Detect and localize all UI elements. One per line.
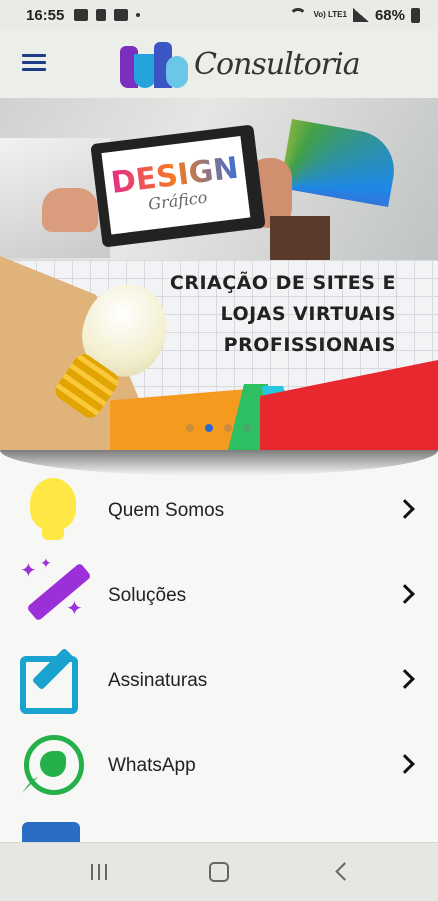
chevron-right-icon bbox=[395, 669, 415, 689]
carousel-dot[interactable] bbox=[205, 424, 213, 432]
carousel-dot[interactable] bbox=[243, 424, 251, 432]
facebook-icon bbox=[22, 822, 80, 844]
hero-banner-carousel[interactable]: DESIGN Gráfico CRIAÇÃO DE SITES E LOJAS … bbox=[0, 98, 438, 450]
sparkle-icon: ✦ bbox=[40, 555, 52, 571]
headline-line-2: LOJAS VIRTUAIS bbox=[220, 303, 396, 325]
recent-apps-button[interactable] bbox=[84, 859, 114, 885]
phone-icon bbox=[40, 751, 66, 777]
banner-hand-left bbox=[42, 188, 98, 232]
chevron-right-icon bbox=[395, 584, 415, 604]
status-time: 16:55 bbox=[26, 6, 65, 24]
drawing-tablet: DESIGN Gráfico bbox=[90, 124, 266, 248]
company-logo: Consultoria bbox=[120, 38, 361, 90]
banner-headline: CRIAÇÃO DE SITES E LOJAS VIRTUAIS PROFIS… bbox=[170, 268, 396, 361]
menu-item-facebook-partial[interactable] bbox=[0, 822, 438, 844]
app-header: Consultoria bbox=[0, 30, 438, 99]
chevron-right-icon bbox=[395, 499, 415, 519]
carousel-indicators bbox=[186, 424, 251, 432]
logo-mark bbox=[120, 40, 188, 88]
home-button[interactable] bbox=[204, 859, 234, 885]
message-icon bbox=[114, 9, 129, 21]
menu-item-quem-somos[interactable]: Quem Somos bbox=[0, 470, 438, 550]
lightbulb-icon-base bbox=[42, 528, 64, 540]
tablet-screen: DESIGN Gráfico bbox=[101, 136, 251, 235]
signal-icon bbox=[352, 8, 369, 22]
battery-icon bbox=[411, 7, 420, 23]
recent-apps-icon bbox=[91, 864, 93, 880]
wifi-icon bbox=[289, 8, 308, 22]
menu-item-label: Quem Somos bbox=[108, 500, 225, 521]
menu-item-solucoes[interactable]: ✦ ✦ ✦ Soluções bbox=[0, 555, 438, 635]
sparkle-icon: ✦ bbox=[20, 560, 37, 582]
menu-item-label: WhatsApp bbox=[108, 755, 196, 776]
menu-item-label: Assinaturas bbox=[108, 670, 208, 691]
lightbulb-icon bbox=[30, 478, 76, 530]
headline-line-1: CRIAÇÃO DE SITES E bbox=[169, 272, 396, 294]
download-icon bbox=[96, 9, 107, 21]
carousel-dot[interactable] bbox=[186, 424, 194, 432]
chevron-right-icon bbox=[395, 754, 415, 774]
logo-text: Consultoria bbox=[194, 46, 361, 82]
status-bar: 16:55 Vo) LTE1 68% bbox=[0, 0, 438, 30]
home-icon bbox=[209, 862, 229, 882]
carousel-dot[interactable] bbox=[224, 424, 232, 432]
menu-item-whatsapp[interactable]: WhatsApp bbox=[0, 725, 438, 805]
more-dot-icon bbox=[136, 13, 141, 17]
back-icon bbox=[335, 862, 354, 881]
headline-line-3: PROFISSIONAIS bbox=[223, 334, 396, 356]
notification-icons bbox=[74, 9, 141, 21]
lte-indicator: Vo) LTE1 bbox=[313, 10, 347, 19]
sparkle-icon: ✦ bbox=[66, 598, 83, 620]
battery-percentage: 68% bbox=[374, 6, 405, 24]
back-button[interactable] bbox=[330, 859, 360, 885]
hamburger-menu-icon[interactable] bbox=[22, 54, 46, 72]
banner-sleeve bbox=[270, 216, 330, 260]
menu-item-assinaturas[interactable]: Assinaturas bbox=[0, 640, 438, 720]
system-nav-bar bbox=[0, 842, 438, 901]
menu-item-label: Soluções bbox=[108, 585, 187, 606]
gallery-icon bbox=[74, 9, 89, 21]
